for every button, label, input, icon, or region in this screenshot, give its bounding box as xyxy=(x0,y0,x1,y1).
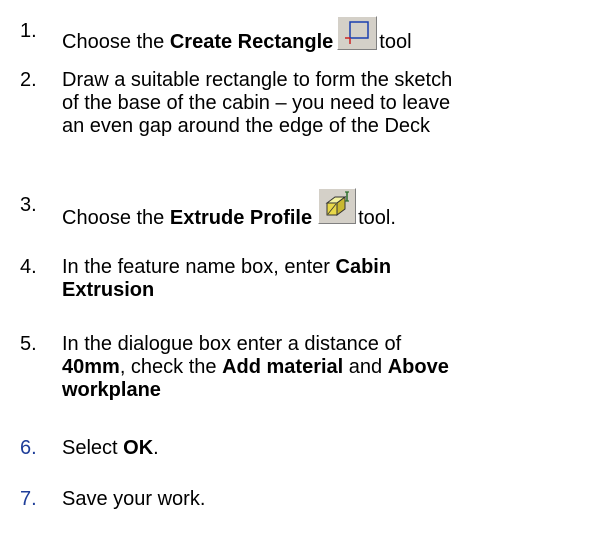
step-number: 7. xyxy=(20,488,37,510)
tool-name: Create Rectangle xyxy=(169,31,334,53)
step-text: Choose the Extrude Profile tool. xyxy=(62,188,582,230)
create-rectangle-icon xyxy=(337,16,378,50)
step-number: 4. xyxy=(20,256,37,278)
step-text: Select OK. xyxy=(62,437,159,459)
step-text: In the dialogue box enter a distance of … xyxy=(62,333,449,401)
step-text: Choose the Create Rectangle tool xyxy=(62,16,582,54)
step-number: 2. xyxy=(20,69,37,91)
step-number: 6. xyxy=(20,437,37,459)
instructions-document: 1. Choose the Create Rectangle tool 2. Dr… xyxy=(0,0,592,559)
step-text: In the feature name box, enter Cabin Ext… xyxy=(62,256,392,301)
step-text: Draw a suitable rectangle to form the sk… xyxy=(62,69,453,137)
step-text: Save your work. xyxy=(62,488,206,510)
extrude-profile-icon xyxy=(318,188,357,224)
step-number: 3. xyxy=(20,194,37,216)
tool-name: Extrude Profile xyxy=(169,207,313,229)
step-number: 5. xyxy=(20,333,37,355)
step-number: 1. xyxy=(20,20,37,42)
